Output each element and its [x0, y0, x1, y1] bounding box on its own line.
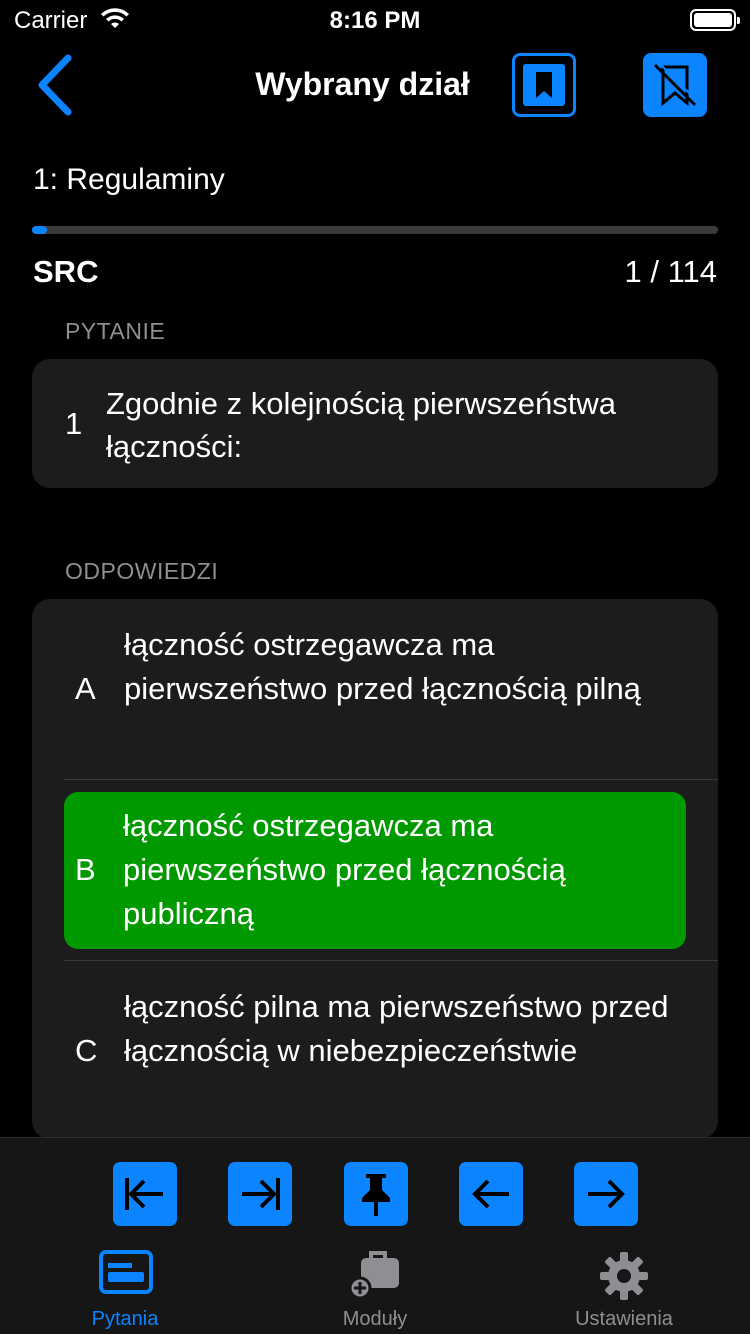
clock: 8:16 PM: [329, 7, 421, 34]
pin-icon: [362, 1174, 390, 1216]
question-number: 1: [65, 406, 83, 441]
gear-icon: [600, 1252, 648, 1300]
progress-bar: [32, 226, 718, 234]
next-button[interactable]: [574, 1162, 638, 1226]
status-bar: Carrier 8:16 PM: [0, 0, 750, 40]
question-counter: 1 / 114: [624, 254, 717, 289]
bottom-toolbar: Pytania Moduły Ustawienia: [0, 1137, 750, 1334]
answer-a[interactable]: A łączność ostrzegawcza ma pierwszeństwo…: [32, 599, 718, 780]
answer-letter: A: [75, 671, 96, 706]
progress-fill: [32, 226, 48, 234]
questions-icon: [99, 1250, 153, 1294]
question-text: Zgodnie z kolejnością pierwszeństwa łącz…: [106, 386, 617, 464]
chevron-left-icon: [38, 54, 72, 116]
answer-b[interactable]: B łączność ostrzegawcza ma pierwszeństwo…: [32, 780, 718, 961]
tab-label: Ustawienia: [575, 1308, 673, 1330]
remove-bookmark-button[interactable]: [643, 53, 707, 117]
answers-header: ODPOWIEDZI: [65, 558, 219, 584]
answer-text: łączność ostrzegawcza ma pierwszeństwo p…: [123, 808, 566, 931]
pin-button[interactable]: [344, 1162, 408, 1226]
question-header: PYTANIE: [65, 318, 166, 344]
last-question-button[interactable]: [228, 1162, 292, 1226]
bookmark-slash-icon: [653, 62, 698, 107]
modules-icon: [349, 1251, 399, 1300]
answers-list: A łączność ostrzegawcza ma pierwszeństwo…: [32, 599, 718, 1139]
first-icon: [125, 1178, 163, 1210]
tab-label: Pytania: [91, 1308, 159, 1330]
previous-button[interactable]: [459, 1162, 523, 1226]
arrow-left-icon: [472, 1179, 509, 1209]
back-button[interactable]: [28, 52, 84, 118]
last-icon: [242, 1178, 280, 1210]
question-card: 1 Zgodnie z kolejnością pierwszeństwa łą…: [32, 359, 718, 488]
battery-icon: [690, 9, 740, 31]
answer-letter: B: [75, 852, 96, 887]
answer-c[interactable]: C łączność pilna ma pierwszeństwo przed …: [32, 961, 718, 1139]
answer-text: łączność pilna ma pierwszeństwo przed łą…: [124, 989, 669, 1068]
answer-text: łączność ostrzegawcza ma pierwszeństwo p…: [124, 627, 641, 706]
answer-letter: C: [75, 1033, 98, 1068]
page-title: Wybrany dział: [255, 66, 470, 102]
first-question-button[interactable]: [113, 1162, 177, 1226]
exam-label: SRC: [33, 254, 99, 289]
tab-label: Moduły: [342, 1308, 408, 1330]
bookmark-button[interactable]: [512, 53, 576, 117]
bookmark-icon: [523, 64, 565, 106]
arrow-right-icon: [588, 1179, 625, 1209]
section-title: 1: Regulaminy: [33, 163, 225, 196]
